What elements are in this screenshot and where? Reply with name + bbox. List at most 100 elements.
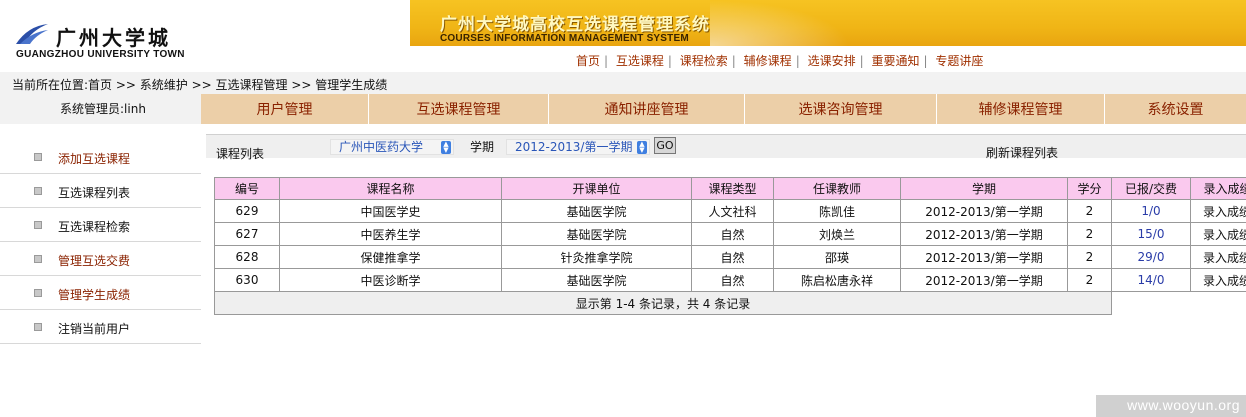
cell-course-type: 人文社科: [691, 199, 774, 223]
table-footer-row: 显示第 1-4 条记录，共 4 条记录: [214, 291, 1246, 315]
cell-id: 629: [214, 199, 280, 223]
col-header-enter-grades: 录入成绩: [1190, 177, 1246, 200]
cell-teacher: 陈凯佳: [773, 199, 901, 223]
cell-department: 基础医学院: [501, 199, 692, 223]
course-table: 编号 课程名称 开课单位 课程类型 任课教师 学期 学分 已报/交费 录入成绩 …: [214, 177, 1246, 315]
top-nav-search[interactable]: 课程检索: [680, 54, 728, 68]
table-row: 627 中医养生学 基础医学院 自然 刘焕兰 2012-2013/第一学期 2 …: [214, 222, 1246, 246]
top-nav-minor[interactable]: 辅修课程: [744, 54, 792, 68]
bullet-icon: [34, 255, 42, 263]
term-select[interactable]: 2012-2013/第一学期 ▲ ▼: [506, 139, 650, 155]
refresh-course-list-link[interactable]: 刷新课程列表: [986, 144, 1058, 161]
cell-term: 2012-2013/第一学期: [900, 222, 1068, 246]
cell-course-name: 中医养生学: [279, 222, 502, 246]
top-nav: 首页 | 互选课程 | 课程检索 | 辅修课程 | 选课安排 | 重要通知 | 专题讲座: [576, 54, 984, 68]
enrolled-paid-link[interactable]: 14/0: [1111, 268, 1191, 292]
cell-id: 627: [214, 222, 280, 246]
top-nav-schedule[interactable]: 选课安排: [808, 54, 856, 68]
table-row: 629 中国医学史 基础医学院 人文社科 陈凯佳 2012-2013/第一学期 …: [214, 199, 1246, 223]
col-header-course-name: 课程名称: [279, 177, 502, 200]
tab-user-management[interactable]: 用户管理: [201, 94, 369, 124]
watermark: www.wooyun.org: [1127, 397, 1240, 413]
col-header-enrolled-paid: 已报/交费: [1111, 177, 1191, 200]
col-header-term: 学期: [900, 177, 1068, 200]
logo[interactable]: 广州大学城 GUANGZHOU UNIVERSITY TOWN: [0, 0, 410, 72]
cell-teacher: 邵瑛: [773, 245, 901, 269]
cell-course-name: 中国医学史: [279, 199, 502, 223]
cell-term: 2012-2013/第一学期: [900, 199, 1068, 223]
enter-grades-link[interactable]: 录入成绩: [1190, 268, 1246, 292]
system-title: 广州大学城高校互选课程管理系统: [440, 15, 710, 35]
cell-credits: 2: [1067, 268, 1112, 292]
page-header: 广州大学城 GUANGZHOU UNIVERSITY TOWN 广州大学城高校互…: [0, 0, 1246, 72]
logo-text-cn: 广州大学城: [56, 26, 171, 50]
filter-bar: 课程列表 广州中医药大学 ▲ ▼ 学期 2012-2013/第一学期 ▲ ▼ GO …: [206, 134, 1246, 161]
enter-grades-link[interactable]: 录入成绩: [1190, 199, 1246, 223]
cell-course-name: 保健推拿学: [279, 245, 502, 269]
sidebar-item-add-course[interactable]: 添加互选课程: [0, 140, 201, 174]
term-select-value: 2012-2013/第一学期: [515, 140, 633, 154]
system-subtitle: COURSES INFORMATION MANAGEMENT SYSTEM: [440, 33, 689, 44]
bullet-icon: [34, 153, 42, 161]
top-nav-notices[interactable]: 重要通知: [871, 54, 919, 68]
logo-text-en: GUANGZHOU UNIVERSITY TOWN: [16, 49, 185, 60]
sidebar: 添加互选课程 互选课程列表 互选课程检索 管理互选交费 管理学生成绩 注销当前用…: [0, 124, 201, 417]
top-nav-lectures[interactable]: 专题讲座: [935, 54, 983, 68]
cell-term: 2012-2013/第一学期: [900, 245, 1068, 269]
tab-minor-management[interactable]: 辅修课程管理: [937, 94, 1105, 124]
cell-department: 基础医学院: [501, 268, 692, 292]
term-label: 学期: [470, 140, 495, 154]
enrolled-paid-link[interactable]: 29/0: [1111, 245, 1191, 269]
updown-arrow-icon: ▲ ▼: [637, 141, 647, 154]
top-nav-home[interactable]: 首页: [576, 54, 600, 68]
sidebar-item-label: 管理互选交费: [58, 254, 131, 268]
enrolled-paid-link[interactable]: 15/0: [1111, 222, 1191, 246]
table-header-row: 编号 课程名称 开课单位 课程类型 任课教师 学期 学分 已报/交费 录入成绩: [214, 177, 1246, 200]
enrolled-paid-link[interactable]: 1/0: [1111, 199, 1191, 223]
sidebar-item-label: 添加互选课程: [58, 152, 131, 166]
tab-notice-management[interactable]: 通知讲座管理: [549, 94, 745, 124]
cell-id: 630: [214, 268, 280, 292]
cell-credits: 2: [1067, 245, 1112, 269]
admin-label: 系统管理员:linh: [60, 102, 146, 116]
cell-course-name: 中医诊断学: [279, 268, 502, 292]
sidebar-item-logout[interactable]: 注销当前用户: [0, 310, 201, 344]
school-select[interactable]: 广州中医药大学 ▲ ▼: [330, 139, 454, 155]
record-count: 显示第 1-4 条记录，共 4 条记录: [214, 291, 1112, 315]
bullet-icon: [34, 289, 42, 297]
cell-id: 628: [214, 245, 280, 269]
go-button[interactable]: GO: [654, 137, 676, 154]
tab-system-settings[interactable]: 系统设置: [1105, 94, 1246, 124]
top-nav-courses[interactable]: 互选课程: [616, 54, 664, 68]
logo-swoosh-icon: [16, 24, 48, 44]
cell-department: 基础医学院: [501, 222, 692, 246]
col-header-id: 编号: [214, 177, 280, 200]
cell-credits: 2: [1067, 222, 1112, 246]
sidebar-item-grades[interactable]: 管理学生成绩: [0, 276, 201, 310]
table-row: 628 保健推拿学 针灸推拿学院 自然 邵瑛 2012-2013/第一学期 2 …: [214, 245, 1246, 269]
cell-term: 2012-2013/第一学期: [900, 268, 1068, 292]
enter-grades-link[interactable]: 录入成绩: [1190, 222, 1246, 246]
col-header-credits: 学分: [1067, 177, 1112, 200]
tab-course-management[interactable]: 互选课程管理: [369, 94, 549, 124]
bullet-icon: [34, 221, 42, 229]
cell-teacher: 陈启松唐永祥: [773, 268, 901, 292]
cell-department: 针灸推拿学院: [501, 245, 692, 269]
col-header-department: 开课单位: [501, 177, 692, 200]
course-list-label: 课程列表: [216, 147, 265, 161]
cell-credits: 2: [1067, 199, 1112, 223]
col-header-teacher: 任课教师: [773, 177, 901, 200]
sidebar-item-label: 互选课程检索: [58, 220, 131, 234]
sidebar-item-course-list[interactable]: 互选课程列表: [0, 174, 201, 208]
col-header-course-type: 课程类型: [691, 177, 774, 200]
sidebar-item-course-search[interactable]: 互选课程检索: [0, 208, 201, 242]
table-row: 630 中医诊断学 基础医学院 自然 陈启松唐永祥 2012-2013/第一学期…: [214, 268, 1246, 292]
sidebar-item-label: 互选课程列表: [58, 186, 131, 200]
main-tabs: 用户管理 互选课程管理 通知讲座管理 选课咨询管理 辅修课程管理 系统设置: [201, 94, 1246, 124]
sidebar-item-fees[interactable]: 管理互选交费: [0, 242, 201, 276]
cell-course-type: 自然: [691, 268, 774, 292]
tab-consult-management[interactable]: 选课咨询管理: [745, 94, 937, 124]
sidebar-item-label: 注销当前用户: [58, 322, 131, 336]
sidebar-item-label: 管理学生成绩: [58, 288, 131, 302]
enter-grades-link[interactable]: 录入成绩: [1190, 245, 1246, 269]
